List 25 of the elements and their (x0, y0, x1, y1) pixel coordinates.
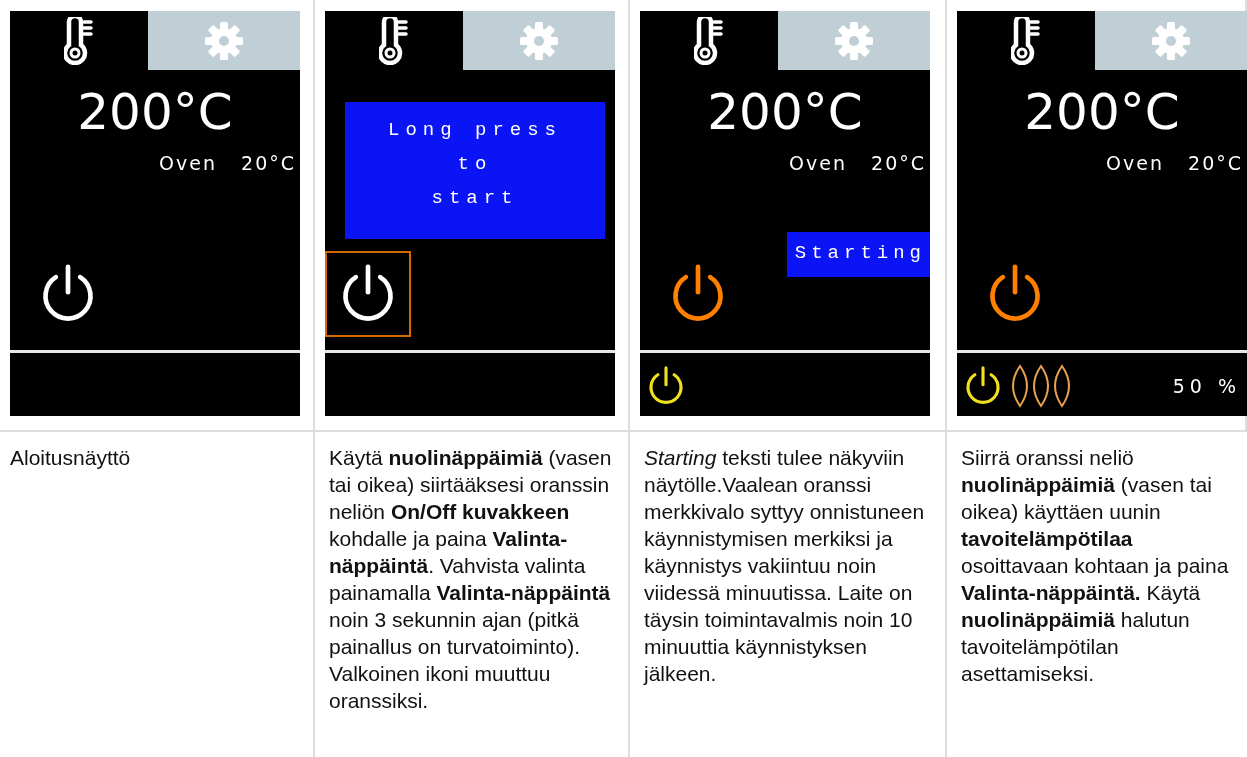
oven-label: Oven (159, 151, 218, 176)
target-temperature: 200°C (706, 87, 864, 137)
settings-icon (1151, 20, 1191, 61)
target-temperature: 200°C (1023, 87, 1181, 137)
oven-temperature: 20°C (241, 151, 296, 176)
thermometer-icon (64, 16, 94, 65)
power-percentage: 50 % (1172, 373, 1241, 399)
oven-label: Oven (789, 151, 848, 176)
target-temperature: 200°C (76, 87, 234, 137)
power-button[interactable] (325, 251, 411, 337)
oven-temperature: 20°C (1188, 151, 1243, 176)
oven-temperature: 20°C (871, 151, 926, 176)
thermometer-icon (1011, 16, 1041, 65)
settings-icon (204, 20, 244, 61)
settings-icon (834, 20, 874, 61)
step-description: Aloitusnäyttö (10, 445, 132, 471)
thermometer-icon (379, 16, 409, 65)
thermometer-icon (694, 16, 724, 65)
step-description: Siirrä oranssi neliö nuolinäppäimiä (vasen tai oikea) käyttäen uunin tavoitelämpötilaa osoittavaan kohtaan ja paina Valinta-näppäintä. Käytä nuolinäppäimiä halutun tavoitelämpötilan asettamiseksi. (961, 445, 1230, 687)
message-popup: Long press to start (345, 102, 605, 239)
step-description: Käytä nuolinäppäimiä (vasen tai oikea) siirtääksesi oranssin neliön On/Off kuvakkeen kohdalle ja paina Valinta-näppäintä. Vahvista valinta painamalla Valinta-näppäintä noin 3 sekunnin ajan (pitkä painallus on turvatoiminto). Valkoinen ikoni muuttuu oranssiksi. (329, 445, 612, 714)
oven-label: Oven (1106, 151, 1165, 176)
status-banner: Starting (786, 232, 930, 277)
settings-icon (519, 20, 559, 61)
step-description: Starting teksti tulee näkyviin näytölle.Vaalean oranssi merkkivalo syttyy onnistuneen käynnistymisen merkiksi ja käynnistys vakiintuu noin viidessä minuutissa. Laite on täysin toimintavalmis noin 10 minuuttia käynnistyksen jälkeen. (644, 445, 926, 687)
